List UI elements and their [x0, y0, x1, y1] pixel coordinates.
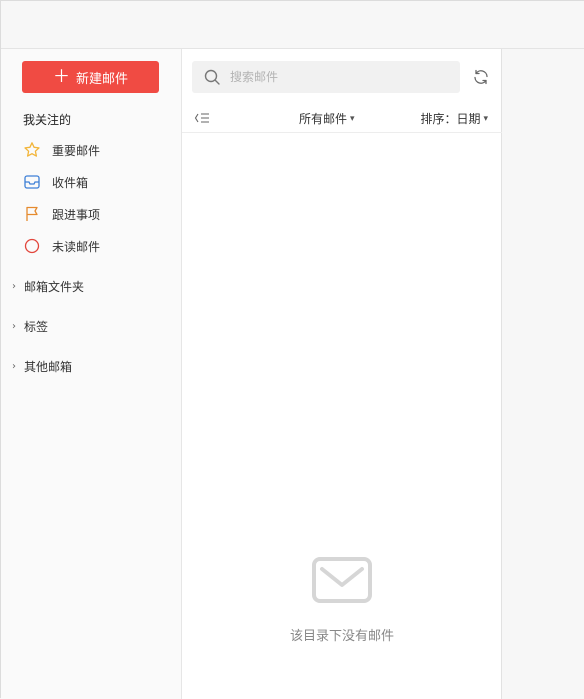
favorites-section-title: 我关注的	[23, 113, 72, 127]
chevron-down-icon: ▾	[483, 113, 488, 124]
sidebar-item-followup[interactable]: 跟进事项	[23, 204, 100, 224]
mail-app: ＋ 新建邮件 我关注的 重要邮件 收件箱 跟进事项 未读邮件 › 邮箱文件夹 ›…	[0, 0, 584, 699]
sidebar-item-label: 未读邮件	[52, 239, 101, 254]
sidebar-item-label: 重要邮件	[52, 143, 101, 158]
sidebar: ＋ 新建邮件 我关注的 重要邮件 收件箱 跟进事项 未读邮件 › 邮箱文件夹 ›…	[1, 49, 182, 699]
empty-state: 该目录下没有邮件	[182, 557, 502, 644]
envelope-icon	[312, 557, 372, 603]
chevron-down-icon: ▾	[350, 113, 355, 124]
group-mail-folders[interactable]: › 邮箱文件夹	[12, 277, 84, 295]
chevron-right-icon: ›	[12, 320, 16, 332]
flag-icon	[23, 205, 41, 223]
chevron-right-icon: ›	[12, 360, 16, 372]
group-label: 标签	[24, 319, 49, 334]
empty-message: 该目录下没有邮件	[289, 629, 394, 644]
sort-label: 排序：日期	[420, 112, 481, 126]
sort-dropdown[interactable]: 排序：日期 ▾	[420, 110, 488, 127]
search-icon	[204, 69, 220, 85]
mail-list-panel: 所有邮件 ▾ 排序：日期 ▾ 该目录下没有邮件	[182, 49, 502, 699]
refresh-icon[interactable]	[472, 68, 490, 86]
search-box[interactable]	[192, 61, 460, 93]
sidebar-item-unread[interactable]: 未读邮件	[23, 236, 100, 256]
sidebar-item-inbox[interactable]: 收件箱	[23, 172, 88, 192]
search-input[interactable]	[230, 70, 450, 84]
star-icon	[23, 141, 41, 159]
filter-label: 所有邮件	[299, 112, 348, 126]
inbox-icon	[23, 173, 41, 191]
collapse-sidebar-icon[interactable]	[194, 111, 210, 125]
plus-icon: ＋	[52, 66, 70, 87]
group-other-mailboxes[interactable]: › 其他邮箱	[12, 357, 72, 375]
list-toolbar: 所有邮件 ▾ 排序：日期 ▾	[182, 105, 502, 133]
circle-icon	[23, 237, 41, 255]
compose-button[interactable]: ＋ 新建邮件	[22, 61, 159, 93]
group-label: 其他邮箱	[24, 359, 73, 374]
chevron-right-icon: ›	[12, 280, 16, 292]
group-label: 邮箱文件夹	[24, 279, 85, 294]
reading-pane	[502, 49, 584, 699]
compose-label: 新建邮件	[75, 71, 128, 87]
sidebar-item-label: 跟进事项	[52, 207, 101, 222]
group-tags[interactable]: › 标签	[12, 317, 48, 335]
filter-dropdown[interactable]: 所有邮件 ▾	[299, 110, 355, 127]
title-bar	[1, 1, 584, 49]
sidebar-item-important[interactable]: 重要邮件	[23, 140, 100, 160]
sidebar-item-label: 收件箱	[52, 175, 89, 190]
